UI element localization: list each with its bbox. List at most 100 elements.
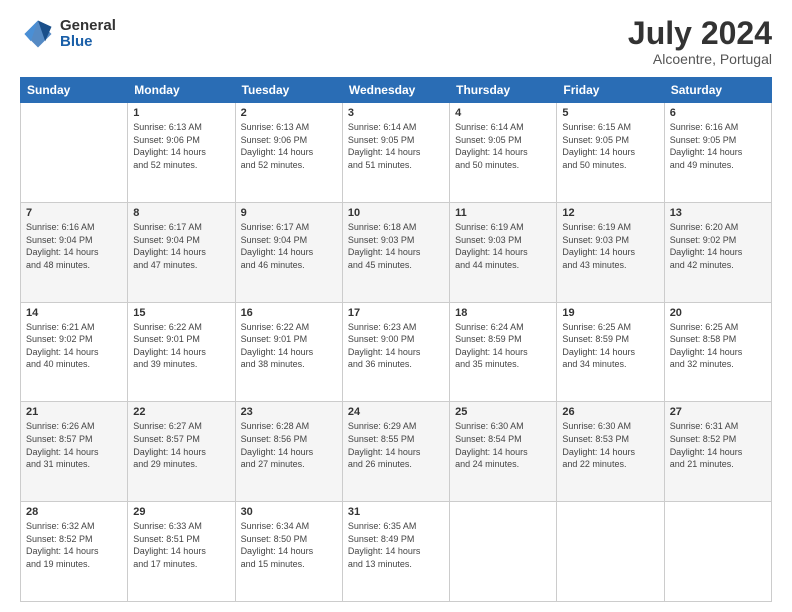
table-row: 6 Sunrise: 6:16 AMSunset: 9:05 PMDaylight… bbox=[664, 103, 771, 203]
day-info: Sunrise: 6:25 AMSunset: 8:59 PMDaylight:… bbox=[562, 321, 658, 371]
day-info: Sunrise: 6:27 AMSunset: 8:57 PMDaylight:… bbox=[133, 420, 229, 470]
calendar-table: Sunday Monday Tuesday Wednesday Thursday… bbox=[20, 77, 772, 602]
table-row: 3Sunrise: 6:14 AMSunset: 9:05 PMDaylight… bbox=[342, 103, 449, 203]
day-info: Sunrise: 6:13 AMSunset: 9:06 PMDaylight:… bbox=[133, 121, 229, 171]
table-row: 22 Sunrise: 6:27 AMSunset: 8:57 PMDayligh… bbox=[128, 402, 235, 502]
table-row bbox=[664, 502, 771, 602]
header-thursday: Thursday bbox=[450, 78, 557, 103]
day-number: 4 bbox=[455, 107, 551, 119]
day-number: 25 bbox=[455, 406, 551, 418]
day-info: Sunrise: 6:24 AMSunset: 8:59 PMDaylight:… bbox=[455, 321, 551, 371]
day-info: Sunrise: 6:21 AMSunset: 9:02 PMDaylight:… bbox=[26, 321, 122, 371]
table-row: 5 Sunrise: 6:15 AMSunset: 9:05 PMDaylight… bbox=[557, 103, 664, 203]
logo-text: General Blue bbox=[60, 18, 116, 51]
day-number: 26 bbox=[562, 406, 658, 418]
table-row: 27 Sunrise: 6:31 AMSunset: 8:52 PMDayligh… bbox=[664, 402, 771, 502]
day-number: 22 bbox=[133, 406, 229, 418]
table-row: 15 Sunrise: 6:22 AMSunset: 9:01 PMDayligh… bbox=[128, 302, 235, 402]
calendar-week-3: 14 Sunrise: 6:21 AMSunset: 9:02 PMDayligh… bbox=[21, 302, 772, 402]
day-info: Sunrise: 6:14 AMSunset: 9:05 PMDaylight:… bbox=[348, 121, 444, 171]
calendar-week-4: 21 Sunrise: 6:26 AMSunset: 8:57 PMDayligh… bbox=[21, 402, 772, 502]
day-number: 15 bbox=[133, 307, 229, 319]
day-info: Sunrise: 6:22 AMSunset: 9:01 PMDaylight:… bbox=[133, 321, 229, 371]
day-number: 31 bbox=[348, 506, 444, 518]
day-info: Sunrise: 6:23 AMSunset: 9:00 PMDaylight:… bbox=[348, 321, 444, 371]
table-row: 25 Sunrise: 6:30 AMSunset: 8:54 PMDayligh… bbox=[450, 402, 557, 502]
day-info: Sunrise: 6:30 AMSunset: 8:54 PMDaylight:… bbox=[455, 420, 551, 470]
day-info: Sunrise: 6:22 AMSunset: 9:01 PMDaylight:… bbox=[241, 321, 337, 371]
day-number: 1 bbox=[133, 107, 229, 119]
day-info: Sunrise: 6:18 AMSunset: 9:03 PMDaylight:… bbox=[348, 221, 444, 271]
day-info: Sunrise: 6:17 AMSunset: 9:04 PMDaylight:… bbox=[133, 221, 229, 271]
day-info: Sunrise: 6:14 AMSunset: 9:05 PMDaylight:… bbox=[455, 121, 551, 171]
logo-icon bbox=[20, 16, 56, 52]
table-row: 17 Sunrise: 6:23 AMSunset: 9:00 PMDayligh… bbox=[342, 302, 449, 402]
day-number: 6 bbox=[670, 107, 766, 119]
day-number: 27 bbox=[670, 406, 766, 418]
day-number: 21 bbox=[26, 406, 122, 418]
day-number: 16 bbox=[241, 307, 337, 319]
day-info: Sunrise: 6:26 AMSunset: 8:57 PMDaylight:… bbox=[26, 420, 122, 470]
day-number: 23 bbox=[241, 406, 337, 418]
day-info: Sunrise: 6:28 AMSunset: 8:56 PMDaylight:… bbox=[241, 420, 337, 470]
table-row: 29 Sunrise: 6:33 AMSunset: 8:51 PMDayligh… bbox=[128, 502, 235, 602]
day-info: Sunrise: 6:25 AMSunset: 8:58 PMDaylight:… bbox=[670, 321, 766, 371]
day-info: Sunrise: 6:19 AMSunset: 9:03 PMDaylight:… bbox=[562, 221, 658, 271]
table-row: 20 Sunrise: 6:25 AMSunset: 8:58 PMDayligh… bbox=[664, 302, 771, 402]
day-number: 5 bbox=[562, 107, 658, 119]
page: General Blue July 2024 Alcoentre, Portug… bbox=[0, 0, 792, 612]
header-saturday: Saturday bbox=[664, 78, 771, 103]
logo-blue: Blue bbox=[60, 34, 116, 51]
table-row: 1 Sunrise: 6:13 AMSunset: 9:06 PMDaylight… bbox=[128, 103, 235, 203]
calendar-header-row: Sunday Monday Tuesday Wednesday Thursday… bbox=[21, 78, 772, 103]
table-row: 21 Sunrise: 6:26 AMSunset: 8:57 PMDayligh… bbox=[21, 402, 128, 502]
header-friday: Friday bbox=[557, 78, 664, 103]
calendar-week-2: 7 Sunrise: 6:16 AMSunset: 9:04 PMDaylight… bbox=[21, 202, 772, 302]
day-number: 13 bbox=[670, 207, 766, 219]
day-number: 30 bbox=[241, 506, 337, 518]
table-row: 19 Sunrise: 6:25 AMSunset: 8:59 PMDayligh… bbox=[557, 302, 664, 402]
table-row: 12 Sunrise: 6:19 AMSunset: 9:03 PMDayligh… bbox=[557, 202, 664, 302]
day-info: Sunrise: 6:16 AMSunset: 9:04 PMDaylight:… bbox=[26, 221, 122, 271]
day-info: Sunrise: 6:16 AMSunset: 9:05 PMDaylight:… bbox=[670, 121, 766, 171]
table-row: 31 Sunrise: 6:35 AMSunset: 8:49 PMDayligh… bbox=[342, 502, 449, 602]
day-number: 12 bbox=[562, 207, 658, 219]
day-info: Sunrise: 6:15 AMSunset: 9:05 PMDaylight:… bbox=[562, 121, 658, 171]
day-info: Sunrise: 6:33 AMSunset: 8:51 PMDaylight:… bbox=[133, 520, 229, 570]
day-info: Sunrise: 6:17 AMSunset: 9:04 PMDaylight:… bbox=[241, 221, 337, 271]
day-info: Sunrise: 6:35 AMSunset: 8:49 PMDaylight:… bbox=[348, 520, 444, 570]
title-block: July 2024 Alcoentre, Portugal bbox=[628, 16, 772, 67]
day-info: Sunrise: 6:31 AMSunset: 8:52 PMDaylight:… bbox=[670, 420, 766, 470]
day-number: 24 bbox=[348, 406, 444, 418]
day-info: Sunrise: 6:32 AMSunset: 8:52 PMDaylight:… bbox=[26, 520, 122, 570]
day-info: Sunrise: 6:30 AMSunset: 8:53 PMDaylight:… bbox=[562, 420, 658, 470]
day-number: 11 bbox=[455, 207, 551, 219]
day-number: 14 bbox=[26, 307, 122, 319]
table-row bbox=[557, 502, 664, 602]
day-number: 10 bbox=[348, 207, 444, 219]
table-row: 9Sunrise: 6:17 AMSunset: 9:04 PMDaylight… bbox=[235, 202, 342, 302]
day-number: 7 bbox=[26, 207, 122, 219]
day-number: 20 bbox=[670, 307, 766, 319]
table-row: 11Sunrise: 6:19 AMSunset: 9:03 PMDayligh… bbox=[450, 202, 557, 302]
day-number: 8 bbox=[133, 207, 229, 219]
logo: General Blue bbox=[20, 16, 116, 52]
day-info: Sunrise: 6:29 AMSunset: 8:55 PMDaylight:… bbox=[348, 420, 444, 470]
table-row: 18Sunrise: 6:24 AMSunset: 8:59 PMDayligh… bbox=[450, 302, 557, 402]
day-number: 29 bbox=[133, 506, 229, 518]
table-row: 4 Sunrise: 6:14 AMSunset: 9:05 PMDaylight… bbox=[450, 103, 557, 203]
day-number: 17 bbox=[348, 307, 444, 319]
header-wednesday: Wednesday bbox=[342, 78, 449, 103]
table-row: 13Sunrise: 6:20 AMSunset: 9:02 PMDayligh… bbox=[664, 202, 771, 302]
table-row: 16 Sunrise: 6:22 AMSunset: 9:01 PMDayligh… bbox=[235, 302, 342, 402]
day-number: 2 bbox=[241, 107, 337, 119]
day-number: 19 bbox=[562, 307, 658, 319]
day-info: Sunrise: 6:34 AMSunset: 8:50 PMDaylight:… bbox=[241, 520, 337, 570]
table-row: 2Sunrise: 6:13 AMSunset: 9:06 PMDaylight… bbox=[235, 103, 342, 203]
table-row: 7 Sunrise: 6:16 AMSunset: 9:04 PMDaylight… bbox=[21, 202, 128, 302]
table-row: 24 Sunrise: 6:29 AMSunset: 8:55 PMDayligh… bbox=[342, 402, 449, 502]
table-row bbox=[21, 103, 128, 203]
header-tuesday: Tuesday bbox=[235, 78, 342, 103]
month-year: July 2024 bbox=[628, 16, 772, 51]
logo-general: General bbox=[60, 18, 116, 35]
